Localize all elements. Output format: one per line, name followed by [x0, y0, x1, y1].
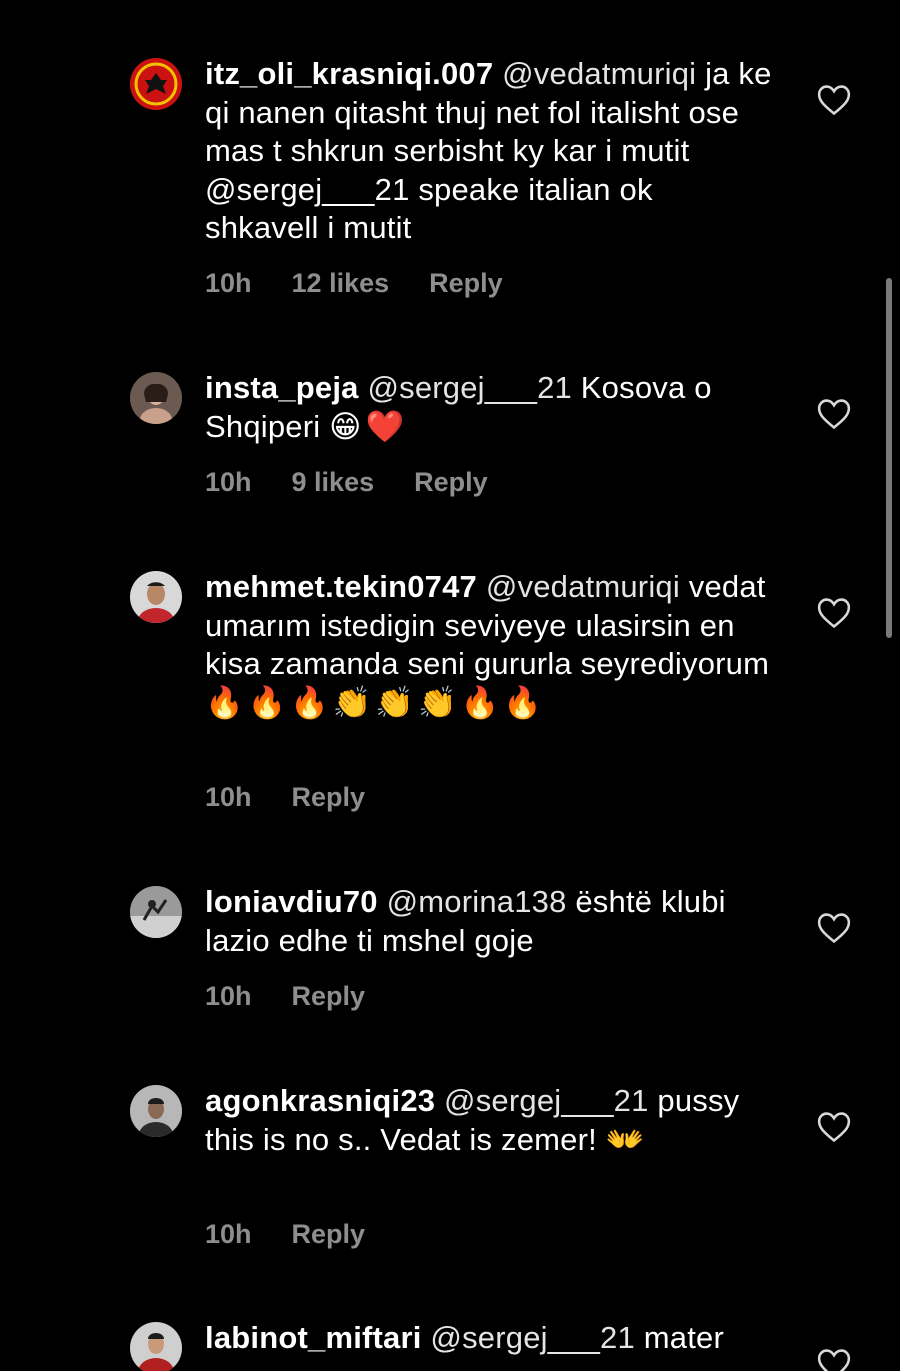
uck-emblem-avatar-icon[interactable] [130, 58, 182, 110]
comment-mention[interactable]: @vedatmuriqi [502, 56, 696, 91]
comment-meta: 10h Reply [205, 1219, 405, 1250]
comment-body: labinot_miftari @sergej___21 mater [205, 1319, 775, 1358]
comment-likes[interactable]: 9 likes [292, 467, 375, 498]
comment-body: loniavdiu70 @morina138 është klubi lazio… [205, 883, 775, 960]
comment-mention[interactable]: @morina138 [387, 884, 567, 919]
comment-body: itz_oli_krasniqi.007 @vedatmuriqi ja ke … [205, 55, 775, 248]
comment-username[interactable]: itz_oli_krasniqi.007 [205, 56, 493, 91]
heart-outline-icon[interactable] [817, 398, 851, 430]
comment-username[interactable]: insta_peja [205, 370, 359, 405]
comment-username[interactable]: mehmet.tekin0747 [205, 569, 477, 604]
person-photo-avatar-icon[interactable] [130, 571, 182, 623]
comment-time: 10h [205, 981, 252, 1011]
comment-time: 10h [205, 467, 252, 497]
heart-outline-icon[interactable] [817, 84, 851, 116]
comment-time: 10h [205, 1219, 252, 1249]
reply-button[interactable]: Reply [292, 981, 366, 1012]
comment-text: mater [643, 1320, 725, 1355]
comment-time: 10h [205, 782, 252, 812]
person-photo-avatar-icon[interactable] [130, 1085, 182, 1137]
person-photo-avatar-icon[interactable] [130, 372, 182, 424]
reply-button[interactable]: Reply [292, 782, 366, 813]
comment-mention[interactable]: @vedatmuriqi [486, 569, 680, 604]
comment-emojis: 👐 [605, 1121, 649, 1158]
comment-meta: 10h Reply [205, 782, 405, 813]
comment-emojis: 🔥🔥🔥👏👏👏🔥🔥 [205, 684, 546, 721]
heart-outline-icon[interactable] [817, 1348, 851, 1371]
person-photo-avatar-icon[interactable] [130, 886, 182, 938]
comment-mention[interactable]: @sergej___21 [367, 370, 572, 405]
comment-emojis: 😁❤️ [329, 408, 409, 445]
comment-meta: 10h Reply [205, 981, 405, 1012]
comment-mention[interactable]: @sergej___21 [444, 1083, 649, 1118]
comment-meta: 10h 12 likes Reply [205, 268, 543, 299]
reply-button[interactable]: Reply [414, 467, 488, 498]
comment-meta: 10h 9 likes Reply [205, 467, 528, 498]
heart-outline-icon[interactable] [817, 912, 851, 944]
person-photo-avatar-icon[interactable] [130, 1322, 182, 1371]
comment-username[interactable]: loniavdiu70 [205, 884, 378, 919]
comment-body: agonkrasniqi23 @sergej___21 pussy this i… [205, 1082, 775, 1159]
comment-body: mehmet.tekin0747 @vedatmuriqi vedat umar… [205, 568, 775, 722]
comments-screen: itz_oli_krasniqi.007 @vedatmuriqi ja ke … [0, 0, 900, 1371]
comment-body: insta_peja @sergej___21 Kosova o Shqiper… [205, 369, 775, 446]
comment-username[interactable]: labinot_miftari [205, 1320, 422, 1355]
comment-mention[interactable]: @sergej___21 [430, 1320, 635, 1355]
heart-outline-icon[interactable] [817, 1111, 851, 1143]
heart-outline-icon[interactable] [817, 597, 851, 629]
scrollbar[interactable] [886, 278, 892, 638]
reply-button[interactable]: Reply [292, 1219, 366, 1250]
reply-button[interactable]: Reply [429, 268, 503, 299]
comment-time: 10h [205, 268, 252, 298]
comment-likes[interactable]: 12 likes [292, 268, 390, 299]
comment-username[interactable]: agonkrasniqi23 [205, 1083, 435, 1118]
